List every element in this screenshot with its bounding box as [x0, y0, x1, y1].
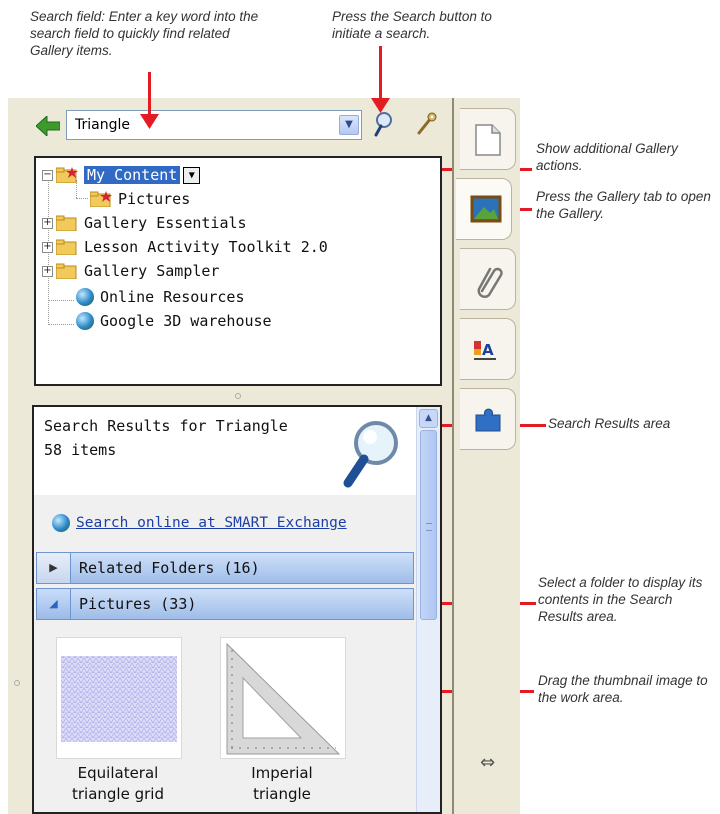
arrow-search-field — [148, 72, 151, 120]
search-input[interactable] — [67, 111, 327, 139]
folder-icon — [56, 239, 77, 255]
tab-page-sorter[interactable] — [460, 108, 516, 170]
puzzle-piece-icon — [475, 408, 501, 432]
folder-icon — [56, 215, 77, 231]
collapse-icon[interactable]: − — [42, 169, 53, 181]
grip-icon — [426, 523, 432, 531]
thumbnail-imperial-triangle[interactable] — [220, 637, 346, 759]
globe-icon — [76, 312, 94, 330]
tree-item-lesson-toolkit[interactable]: + Lesson Activity Toolkit 2.0 — [42, 236, 328, 258]
tree-guide — [48, 300, 74, 301]
magnifier-icon — [343, 421, 398, 488]
thumbnail-caption: Imperial triangle — [251, 764, 313, 803]
search-results-header: Search Results for Triangle 58 items — [34, 407, 416, 495]
expand-icon[interactable]: + — [42, 265, 53, 277]
annotation-search-results: Search Results area — [548, 416, 671, 431]
expand-triangle-icon[interactable]: ▶ — [37, 553, 71, 583]
folder-star-icon — [56, 167, 78, 183]
tab-gallery[interactable] — [456, 178, 512, 240]
splitter-handle[interactable] — [235, 393, 241, 399]
scroll-thumb[interactable] — [420, 430, 437, 620]
tree-label-gallery-essentials[interactable]: Gallery Essentials — [84, 214, 247, 232]
results-scrollbar[interactable]: ▲ — [416, 407, 440, 812]
expand-icon[interactable]: + — [42, 217, 53, 229]
expand-icon[interactable]: + — [42, 241, 53, 253]
tree-item-google-3d[interactable]: Google 3D warehouse — [76, 310, 272, 332]
tab-properties[interactable]: A — [460, 318, 516, 380]
triangle-grid-image — [61, 656, 177, 742]
tree-item-gallery-sampler[interactable]: + Gallery Sampler — [42, 260, 219, 282]
folder-icon — [56, 263, 77, 279]
tree-item-online-resources[interactable]: Online Resources — [76, 286, 245, 308]
search-results-title: Search Results for Triangle — [44, 417, 288, 435]
tree-label-lesson-toolkit[interactable]: Lesson Activity Toolkit 2.0 — [84, 238, 328, 256]
search-input-box[interactable]: ▼ — [66, 110, 362, 140]
tree-label-online-resources[interactable]: Online Resources — [100, 288, 245, 306]
tree-guide — [48, 324, 74, 325]
annotation-gallery-tab: Press the Gallery tab to open the Galler… — [536, 189, 711, 221]
tab-addons[interactable] — [460, 388, 516, 450]
tree-label-my-content[interactable]: My Content — [84, 166, 181, 184]
tree-label-pictures[interactable]: Pictures — [118, 190, 190, 208]
tree-item-pictures[interactable]: Pictures — [90, 188, 190, 210]
pictures-section-label[interactable]: Pictures (33) — [71, 595, 196, 613]
search-online-label[interactable]: Search online at SMART Exchange — [76, 515, 347, 531]
annotation-search-button: Press the Search button to initiate a se… — [332, 9, 492, 41]
properties-icon: A — [474, 341, 496, 360]
set-square-image — [226, 642, 341, 755]
arrowhead-search-field — [140, 114, 159, 129]
back-arrow-icon[interactable] — [36, 116, 60, 136]
gallery-image-icon — [470, 195, 502, 223]
pictures-section[interactable]: ◢ Pictures (33) — [36, 588, 414, 620]
globe-icon — [52, 514, 70, 532]
annotation-search-field: Search field: Enter a key word into the … — [30, 9, 259, 58]
collapse-triangle-icon[interactable]: ◢ — [37, 589, 71, 619]
tree-item-gallery-essentials[interactable]: + Gallery Essentials — [42, 212, 247, 234]
search-results-count: 58 items — [44, 441, 117, 459]
annotation-select-folder: Select a folder to display its contents … — [538, 575, 703, 624]
annotation-gallery-actions: Show additional Gallery actions. — [536, 141, 678, 173]
svg-text:A: A — [482, 341, 494, 359]
arrow-search-button — [379, 46, 382, 104]
related-folders-label[interactable]: Related Folders (16) — [71, 559, 260, 577]
gallery-actions-menu-button[interactable]: ▼ — [183, 166, 201, 184]
arrowhead-search-button — [371, 98, 390, 113]
paperclip-icon — [477, 267, 503, 298]
tree-guide — [76, 198, 88, 199]
folder-star-icon — [90, 191, 112, 207]
annotation-drag-thumbnail: Drag the thumbnail image to the work are… — [538, 673, 708, 705]
gallery-tree: − My Content ▼ Pictures + Gallery Essent… — [34, 156, 442, 386]
panel-resize-handle[interactable] — [14, 680, 20, 686]
search-online-link[interactable]: Search online at SMART Exchange — [52, 514, 347, 532]
tree-item-my-content[interactable]: − My Content ▼ — [42, 164, 201, 186]
thumbnail-caption: Equilateral triangle grid — [72, 764, 164, 803]
related-folders-section[interactable]: ▶ Related Folders (16) — [36, 552, 414, 584]
search-magnifier-icon[interactable] — [372, 110, 400, 138]
search-history-dropdown[interactable]: ▼ — [339, 115, 359, 135]
tree-label-gallery-sampler[interactable]: Gallery Sampler — [84, 262, 219, 280]
panel-move-icon[interactable]: ⇔ — [480, 752, 495, 773]
gallery-settings-icon[interactable] — [412, 110, 440, 138]
tab-attachments[interactable] — [460, 248, 516, 310]
scroll-up-icon[interactable]: ▲ — [419, 409, 438, 428]
tree-label-google-3d[interactable]: Google 3D warehouse — [100, 312, 272, 330]
page-icon — [475, 124, 501, 156]
thumbnail-equilateral-triangle-grid[interactable] — [56, 637, 182, 759]
globe-icon — [76, 288, 94, 306]
search-results-area: Search Results for Triangle 58 items ▲ S… — [32, 405, 442, 814]
